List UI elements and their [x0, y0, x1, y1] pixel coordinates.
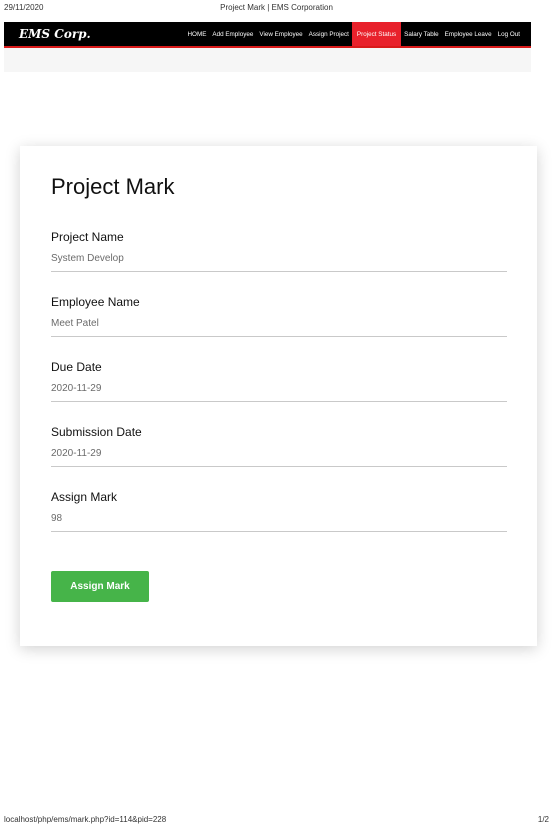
due-date-label: Due Date	[51, 360, 102, 374]
print-page-title: Project Mark | EMS Corporation	[220, 3, 333, 12]
field-underline	[51, 466, 507, 467]
submission-date-value[interactable]: 2020-11-29	[51, 448, 507, 459]
field-underline	[51, 271, 507, 272]
assign-mark-button[interactable]: Assign Mark	[51, 571, 149, 602]
assign-mark-input[interactable]: 98	[51, 513, 507, 524]
employee-name-label: Employee Name	[51, 295, 140, 309]
assign-mark-field[interactable]: Assign Mark 98	[51, 490, 507, 532]
nav-item-log-out[interactable]: Log Out	[495, 22, 523, 46]
project-name-value[interactable]: System Develop	[51, 253, 507, 264]
due-date-field[interactable]: Due Date 2020-11-29	[51, 360, 507, 402]
project-name-field[interactable]: Project Name System Develop	[51, 230, 507, 272]
project-name-label: Project Name	[51, 230, 124, 244]
nav-item-view-employee[interactable]: View Employee	[256, 22, 305, 46]
due-date-value[interactable]: 2020-11-29	[51, 383, 507, 394]
project-mark-card: Project Mark Project Name System Develop…	[20, 146, 537, 646]
submission-date-field[interactable]: Submission Date 2020-11-29	[51, 425, 507, 467]
nav-item-home[interactable]: HOME	[185, 22, 210, 46]
field-underline	[51, 531, 507, 532]
navbar-shadow-strip	[4, 48, 531, 72]
page-title: Project Mark	[51, 174, 175, 199]
employee-name-value[interactable]: Meet Patel	[51, 318, 507, 329]
employee-name-field[interactable]: Employee Name Meet Patel	[51, 295, 507, 337]
print-url: localhost/php/ems/mark.php?id=114&pid=22…	[4, 815, 167, 824]
nav-item-assign-project[interactable]: Assign Project	[306, 22, 352, 46]
assign-mark-label: Assign Mark	[51, 490, 118, 504]
submission-date-label: Submission Date	[51, 425, 142, 439]
nav-item-add-employee[interactable]: Add Employee	[209, 22, 256, 46]
nav-menu: HOME Add Employee View Employee Assign P…	[185, 22, 524, 46]
print-header: 29/11/2020 Project Mark | EMS Corporatio…	[0, 0, 553, 16]
print-page-number: 1/2	[537, 815, 549, 824]
brand-logo[interactable]: EMS Corp.	[19, 27, 91, 41]
nav-item-salary-table[interactable]: Salary Table	[401, 22, 442, 46]
nav-item-project-status[interactable]: Project Status	[351, 22, 402, 46]
field-underline	[51, 336, 507, 337]
field-underline	[51, 401, 507, 402]
nav-item-employee-leave[interactable]: Employee Leave	[442, 22, 495, 46]
top-navbar: EMS Corp. HOME Add Employee View Employe…	[4, 22, 531, 48]
